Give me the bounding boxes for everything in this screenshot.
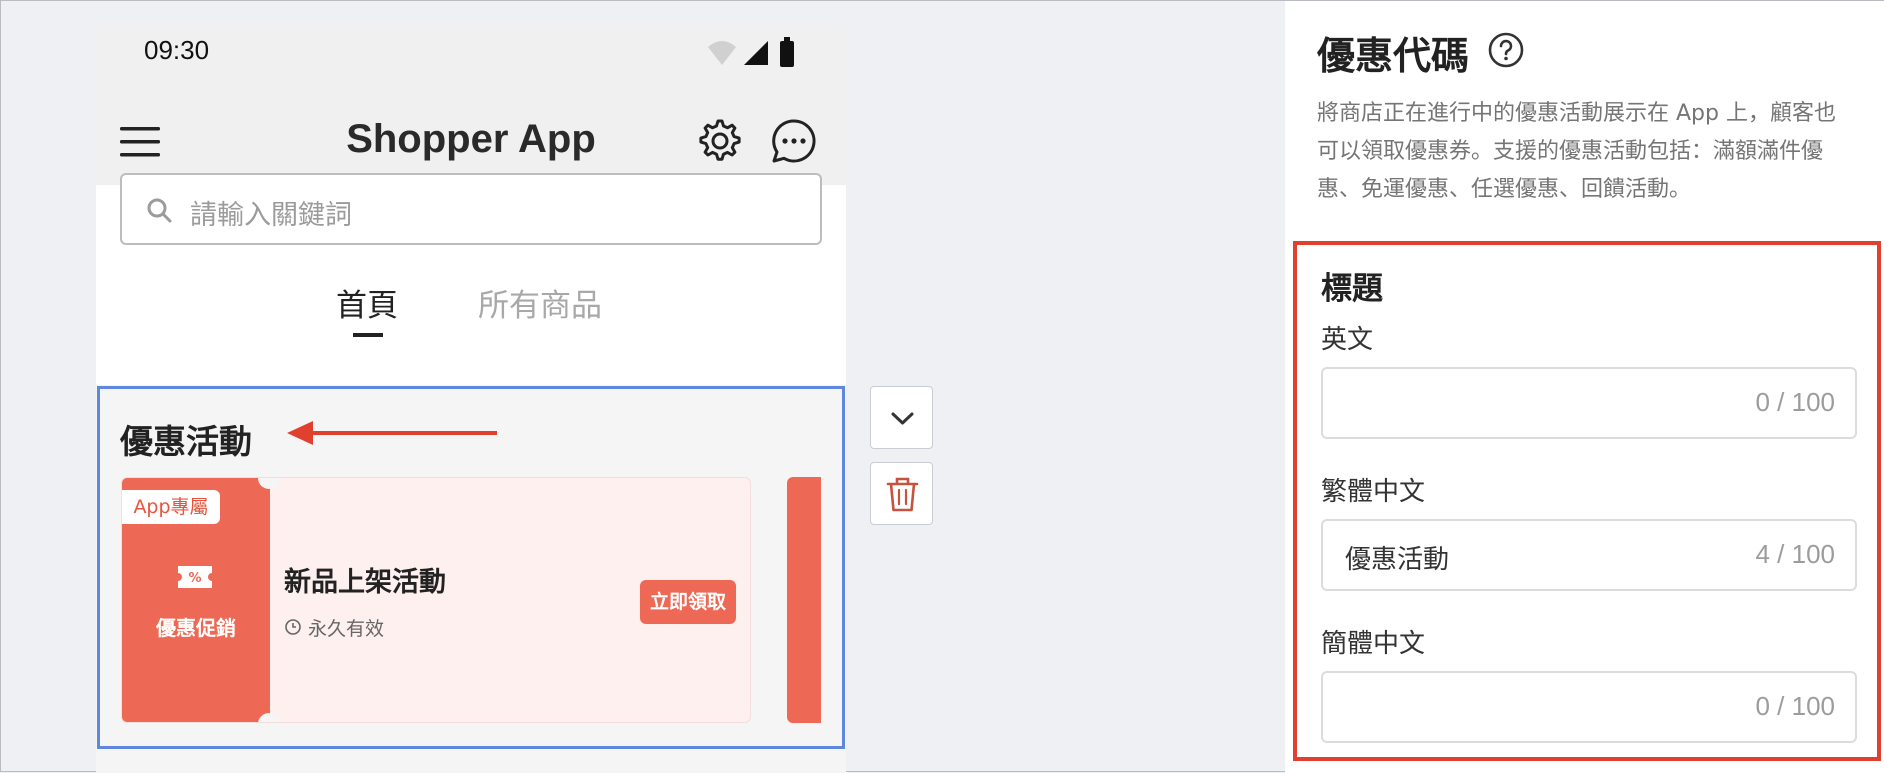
coupon-notch <box>258 713 280 722</box>
search-placeholder: 請輸入關鍵詞 <box>190 200 352 231</box>
battery-icon <box>780 37 794 67</box>
svg-text:%: % <box>188 571 201 586</box>
app-exclusive-badge: App專屬 <box>122 490 220 524</box>
tab-home[interactable]: 首頁 <box>336 280 398 325</box>
app-bar: Shopper App <box>96 97 846 185</box>
claim-coupon-button[interactable]: 立即領取 <box>640 580 736 624</box>
editor-canvas: 09:30 Shopper App 請輸入關鍵詞 首頁 所有商品 優惠活動 Ap… <box>0 0 1884 773</box>
chevron-down-icon <box>891 412 914 425</box>
coupon-card[interactable]: App專屬 % 優惠促銷 新品上架活動 永久有效 立即領取 <box>121 477 751 723</box>
clock-icon <box>285 619 301 635</box>
title-traditional-chinese-field[interactable]: 優惠活動 4 / 100 <box>1321 519 1857 591</box>
move-down-button[interactable] <box>870 386 933 449</box>
coupon-validity: 永久有效 <box>308 618 385 640</box>
chat-icon[interactable] <box>770 117 818 165</box>
title-english-field[interactable]: 0 / 100 <box>1321 367 1857 439</box>
coupon-stub: App專屬 % 優惠促銷 <box>122 478 270 722</box>
label-english: 英文 <box>1321 325 1374 355</box>
panel-description: 將商店正在進行中的優惠活動展示在 App 上，顧客也可以領取優惠券。支援的優惠活… <box>1317 101 1836 202</box>
arrow-left-icon <box>287 421 497 445</box>
status-time: 09:30 <box>144 35 210 65</box>
char-counter: 4 / 100 <box>1755 539 1835 569</box>
settings-panel: 優惠代碼 將商店正在進行中的優惠活動展示在 App 上，顧客也可以領取優惠券。支… <box>1285 1 1884 773</box>
title-simplified-chinese-field[interactable]: 0 / 100 <box>1321 671 1857 743</box>
tab-all-products[interactable]: 所有商品 <box>478 280 602 325</box>
gear-icon[interactable] <box>694 117 742 165</box>
active-tab-indicator <box>353 333 383 337</box>
section-title: 標題 <box>1321 271 1383 307</box>
delete-block-button[interactable] <box>870 462 933 525</box>
wifi-icon <box>708 41 736 65</box>
coupon-type-label: 優惠促銷 <box>156 616 236 640</box>
phone-preview: 09:30 Shopper App 請輸入關鍵詞 首頁 所有商品 優惠活動 Ap… <box>96 25 846 773</box>
coupon-name: 新品上架活動 <box>284 567 446 598</box>
label-simplified-chinese: 簡體中文 <box>1321 629 1426 659</box>
ticket-icon: % <box>178 566 212 588</box>
status-bar: 09:30 <box>96 25 846 97</box>
panel-title: 優惠代碼 <box>1317 34 1470 78</box>
search-icon <box>147 198 172 223</box>
label-traditional-chinese: 繁體中文 <box>1321 477 1426 507</box>
tab-bar: 首頁 所有商品 <box>96 280 846 370</box>
title-settings-section: 標題 英文 0 / 100 繁體中文 優惠活動 4 / 100 簡體中文 0 /… <box>1293 241 1881 761</box>
signal-icon <box>744 41 768 65</box>
char-counter: 0 / 100 <box>1755 387 1835 417</box>
help-icon[interactable] <box>1487 31 1525 69</box>
char-counter: 0 / 100 <box>1755 691 1835 721</box>
promo-section-title: 優惠活動 <box>120 422 252 461</box>
next-coupon-card[interactable] <box>787 477 821 723</box>
status-icons <box>708 37 794 67</box>
trash-icon <box>886 477 919 512</box>
search-input[interactable]: 請輸入關鍵詞 <box>120 173 822 245</box>
field-value: 優惠活動 <box>1345 545 1450 575</box>
